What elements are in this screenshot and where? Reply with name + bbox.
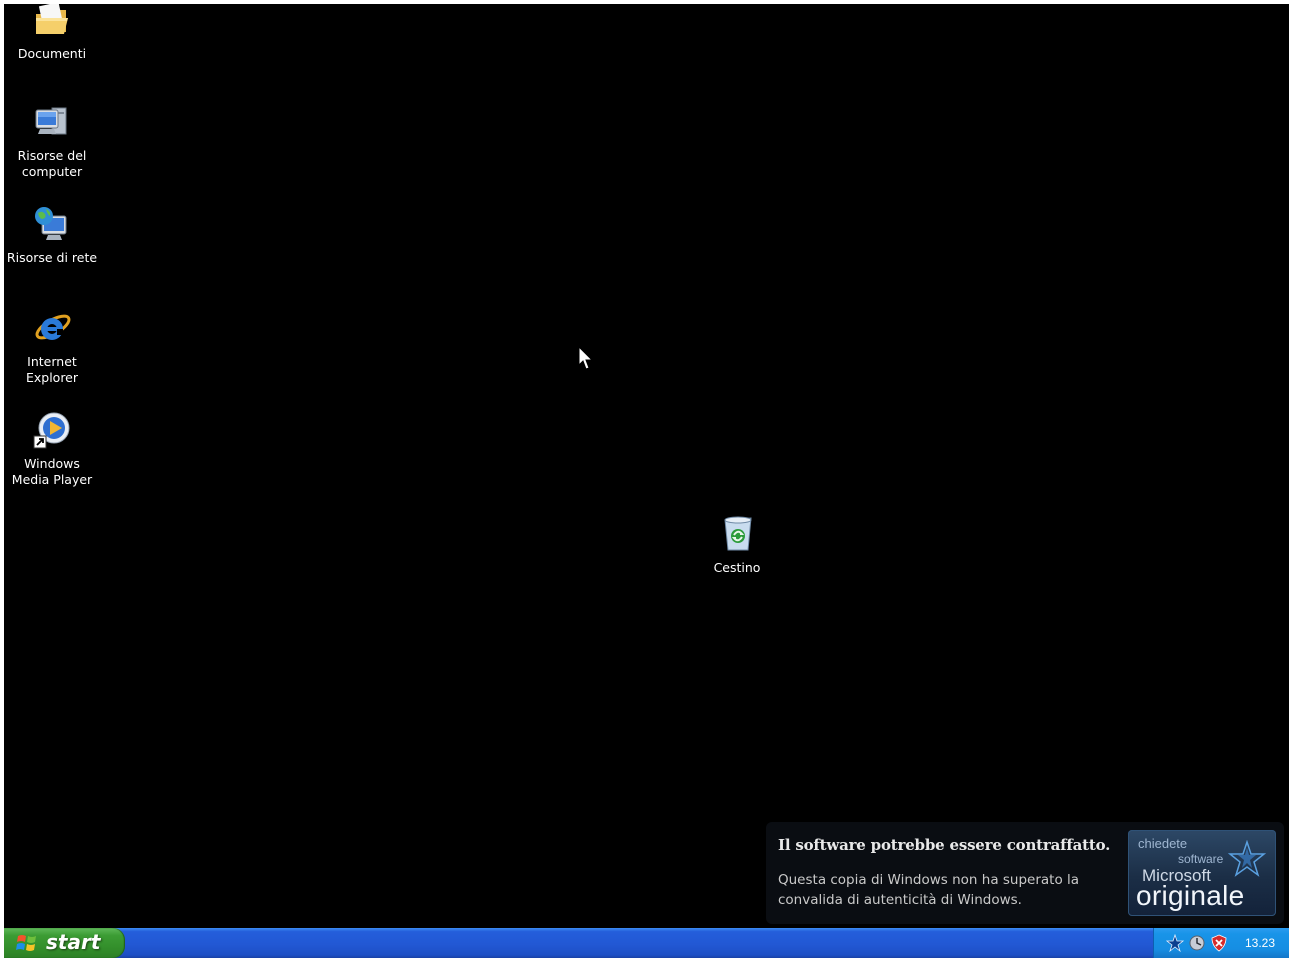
- desktop-icon-risorse-di-rete[interactable]: Risorse di rete: [4, 204, 100, 266]
- badge-line-4: originale: [1136, 880, 1245, 911]
- desktop-icon-label: Windows Media Player: [11, 456, 93, 487]
- mouse-cursor-icon: [578, 346, 594, 370]
- genuine-advantage-notification[interactable]: Il software potrebbe essere contraffatto…: [766, 822, 1284, 924]
- badge-line-2: software: [1178, 852, 1224, 866]
- desktop-icon-label: Documenti: [17, 46, 87, 61]
- internet-explorer-icon: [35, 314, 71, 340]
- badge-line-1: chiedete: [1138, 836, 1188, 851]
- desktop-icon-windows-media-player[interactable]: Windows Media Player: [4, 410, 100, 488]
- start-label: start: [46, 930, 101, 954]
- notification-title: Il software potrebbe essere contraffatto…: [778, 836, 1111, 854]
- security-shield-icon[interactable]: [1210, 934, 1228, 952]
- my-computer-icon: [35, 107, 67, 135]
- recycle-bin-icon: [724, 516, 752, 551]
- desktop[interactable]: Documenti Risorse del computer Risorse d…: [4, 4, 1289, 928]
- desktop-icon-label: Risorse del computer: [17, 148, 87, 179]
- windows-media-player-icon: [33, 412, 70, 449]
- clock: 13.23: [1244, 936, 1275, 950]
- desktop-icon-label: Cestino: [713, 560, 761, 575]
- network-icon[interactable]: [1188, 934, 1206, 952]
- desktop-icon-cestino[interactable]: Cestino: [689, 514, 785, 576]
- genuine-microsoft-software-badge[interactable]: chiedete software Microsoft originale: [1128, 830, 1276, 916]
- desktop-icon-label: Internet Explorer: [25, 354, 79, 385]
- desktop-icon-label: Risorse di rete: [6, 250, 98, 265]
- start-button[interactable]: start: [4, 928, 125, 958]
- desktop-icon-documenti[interactable]: Documenti: [4, 4, 100, 62]
- notification-body: Questa copia di Windows non ha superato …: [778, 872, 1080, 908]
- genuine-star-icon: [1228, 840, 1266, 877]
- taskbar: start 13.23: [4, 928, 1289, 958]
- my-documents-folder-icon: [36, 4, 68, 34]
- network-places-icon: [35, 207, 67, 240]
- genuine-star-icon[interactable]: [1166, 934, 1184, 952]
- desktop-icon-risorse-del-computer[interactable]: Risorse del computer: [4, 102, 100, 180]
- system-tray: 13.23: [1153, 928, 1289, 958]
- windows-logo-icon: [16, 935, 36, 951]
- desktop-icon-internet-explorer[interactable]: Internet Explorer: [4, 308, 100, 386]
